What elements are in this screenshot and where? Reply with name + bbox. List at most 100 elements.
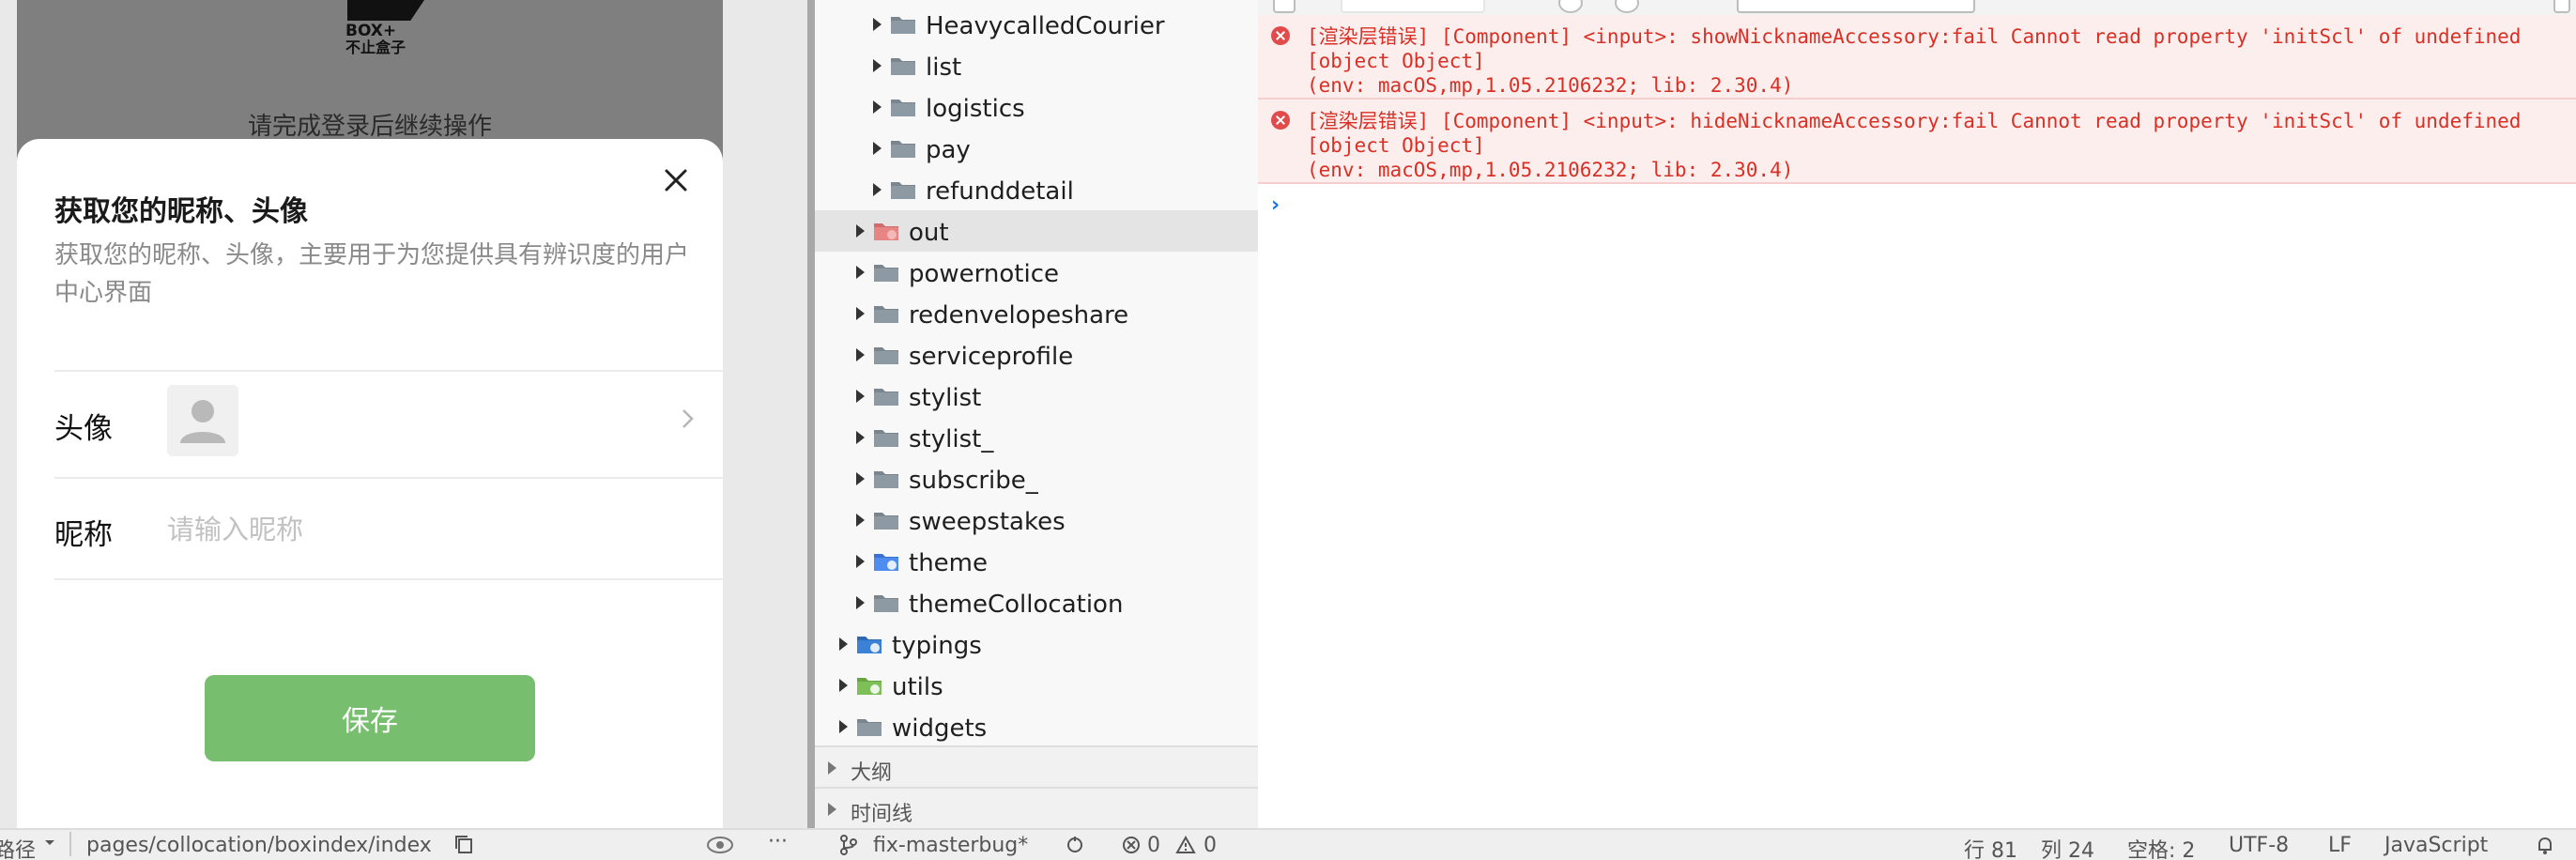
tree-item-heavycalledcourier[interactable]: HeavycalledCourier: [815, 4, 1258, 45]
file-encoding[interactable]: UTF-8: [2229, 834, 2289, 857]
cursor-line[interactable]: 行 81: [1964, 834, 2017, 860]
avatar-label: 头像: [54, 412, 113, 446]
chevron-right-icon[interactable]: [856, 307, 865, 320]
chevron-right-icon[interactable]: [856, 555, 865, 568]
path-label: 路径: [0, 839, 37, 860]
chevron-right-icon[interactable]: [839, 720, 848, 733]
language-mode[interactable]: JavaScript: [2384, 834, 2488, 857]
chevron-right-icon[interactable]: [856, 224, 865, 238]
more-icon[interactable]: ···: [768, 830, 788, 853]
indent-spaces[interactable]: 空格: 2: [2127, 834, 2195, 860]
tree-item-label: widgets: [892, 714, 988, 743]
chevron-right-icon[interactable]: [839, 637, 848, 651]
folder-utils-icon: [857, 678, 882, 695]
outline-section-header[interactable]: 大纲: [815, 745, 1258, 789]
error-icon: [1271, 111, 1290, 130]
sync-icon[interactable]: [1065, 835, 1085, 859]
chevron-right-icon: [828, 803, 836, 816]
filter-input[interactable]: [1737, 0, 1975, 13]
tree-item-widgets[interactable]: widgets: [815, 706, 1258, 747]
tree-item-powernotice[interactable]: powernotice: [815, 252, 1258, 293]
tree-item-utils[interactable]: utils: [815, 665, 1258, 706]
panel-splitter[interactable]: [807, 0, 815, 828]
eye-icon[interactable]: [1558, 0, 1583, 13]
git-branch-icon[interactable]: [839, 835, 858, 859]
tree-item-sweepstakes[interactable]: sweepstakes: [815, 499, 1258, 541]
context-selector[interactable]: [1341, 0, 1485, 13]
divider: [54, 578, 723, 580]
console-input[interactable]: [1305, 192, 2525, 222]
error-count-icon[interactable]: [1121, 835, 1142, 859]
copy-icon[interactable]: [454, 835, 475, 859]
box-logo-icon: [347, 0, 424, 21]
tree-item-list[interactable]: list: [815, 45, 1258, 86]
tree-item-out[interactable]: out: [815, 210, 1258, 252]
timeline-section-header[interactable]: 时间线: [815, 787, 1258, 828]
warning-count[interactable]: 0: [1204, 834, 1217, 857]
save-button[interactable]: 保存: [205, 675, 535, 761]
chevron-right-icon[interactable]: [873, 100, 882, 114]
avatar-placeholder[interactable]: [167, 385, 238, 456]
chevron-right-icon[interactable]: [856, 472, 865, 485]
tree-item-subscribe[interactable]: subscribe_: [815, 458, 1258, 499]
chevron-right-icon[interactable]: [873, 183, 882, 196]
close-button[interactable]: [657, 161, 695, 199]
chevron-right-icon[interactable]: [873, 59, 882, 72]
user-silhouette-icon: [180, 400, 225, 443]
tree-item-stylist[interactable]: stylist_: [815, 417, 1258, 458]
tree-item-logistics[interactable]: logistics: [815, 86, 1258, 128]
console-error-message[interactable]: [渲染层错误] [Component] <input>: showNicknam…: [1258, 15, 2576, 100]
folder-icon: [874, 389, 898, 406]
clear-console-icon[interactable]: [1273, 0, 1296, 13]
chevron-down-icon[interactable]: [43, 835, 56, 852]
page-path[interactable]: pages/collocation/boxindex/index: [86, 834, 432, 857]
tree-item-typings[interactable]: typings: [815, 623, 1258, 665]
tree-item-label: theme: [909, 549, 988, 577]
bell-icon[interactable]: [2535, 835, 2555, 859]
avatar-row[interactable]: [54, 372, 723, 477]
folder-icon: [874, 471, 898, 488]
console-error-message[interactable]: [渲染层错误] [Component] <input>: hideNicknam…: [1258, 100, 2576, 184]
chevron-right-icon[interactable]: [873, 142, 882, 155]
tree-item-stylist[interactable]: stylist: [815, 376, 1258, 417]
chevron-right-icon[interactable]: [873, 18, 882, 31]
gear-icon[interactable]: [2553, 0, 2570, 13]
folder-output-icon: [874, 223, 898, 240]
close-icon: [665, 169, 687, 192]
settings-icon[interactable]: [1615, 0, 1639, 13]
eye-icon[interactable]: [706, 835, 734, 859]
chevron-right-icon[interactable]: [856, 596, 865, 609]
divider: [69, 832, 71, 856]
tree-item-label: pay: [926, 136, 971, 164]
chevron-right-icon[interactable]: [839, 679, 848, 692]
end-of-line[interactable]: LF: [2328, 834, 2352, 857]
tree-item-label: utils: [892, 673, 943, 701]
error-icon: [1271, 26, 1290, 45]
tree-item-refunddetail[interactable]: refunddetail: [815, 169, 1258, 210]
tree-item-pay[interactable]: pay: [815, 128, 1258, 169]
sheet-title: 获取您的昵称、头像: [54, 195, 308, 228]
chevron-right-icon[interactable]: [856, 390, 865, 403]
console-message-text: [渲染层错误] [Component] <input>: hideNicknam…: [1307, 110, 2522, 181]
timeline-label: 时间线: [851, 803, 913, 826]
tree-item-theme[interactable]: theme: [815, 541, 1258, 582]
folder-icon: [891, 100, 915, 116]
chevron-right-icon[interactable]: [856, 431, 865, 444]
chevron-right-icon[interactable]: [856, 514, 865, 527]
cursor-column[interactable]: 列 24: [2041, 834, 2094, 860]
warning-icon[interactable]: [1175, 835, 1196, 859]
folder-icon: [857, 719, 882, 736]
tree-item-serviceprofile[interactable]: serviceprofile: [815, 334, 1258, 376]
logo-text: BOX+: [345, 22, 397, 40]
git-branch[interactable]: fix-masterbug*: [873, 834, 1028, 857]
error-count[interactable]: 0: [1147, 834, 1160, 857]
tree-item-label: stylist_: [909, 425, 994, 453]
tree-item-themecollocation[interactable]: themeCollocation: [815, 582, 1258, 623]
nickname-input[interactable]: [167, 501, 674, 558]
chevron-right-icon[interactable]: [856, 266, 865, 279]
status-bar: 路径 pages/collocation/boxindex/index ··· …: [0, 828, 2576, 860]
chevron-right-icon[interactable]: [856, 348, 865, 361]
tree-item-redenvelopeshare[interactable]: redenvelopeshare: [815, 293, 1258, 334]
folder-icon: [874, 595, 898, 612]
folder-icon: [891, 141, 915, 158]
